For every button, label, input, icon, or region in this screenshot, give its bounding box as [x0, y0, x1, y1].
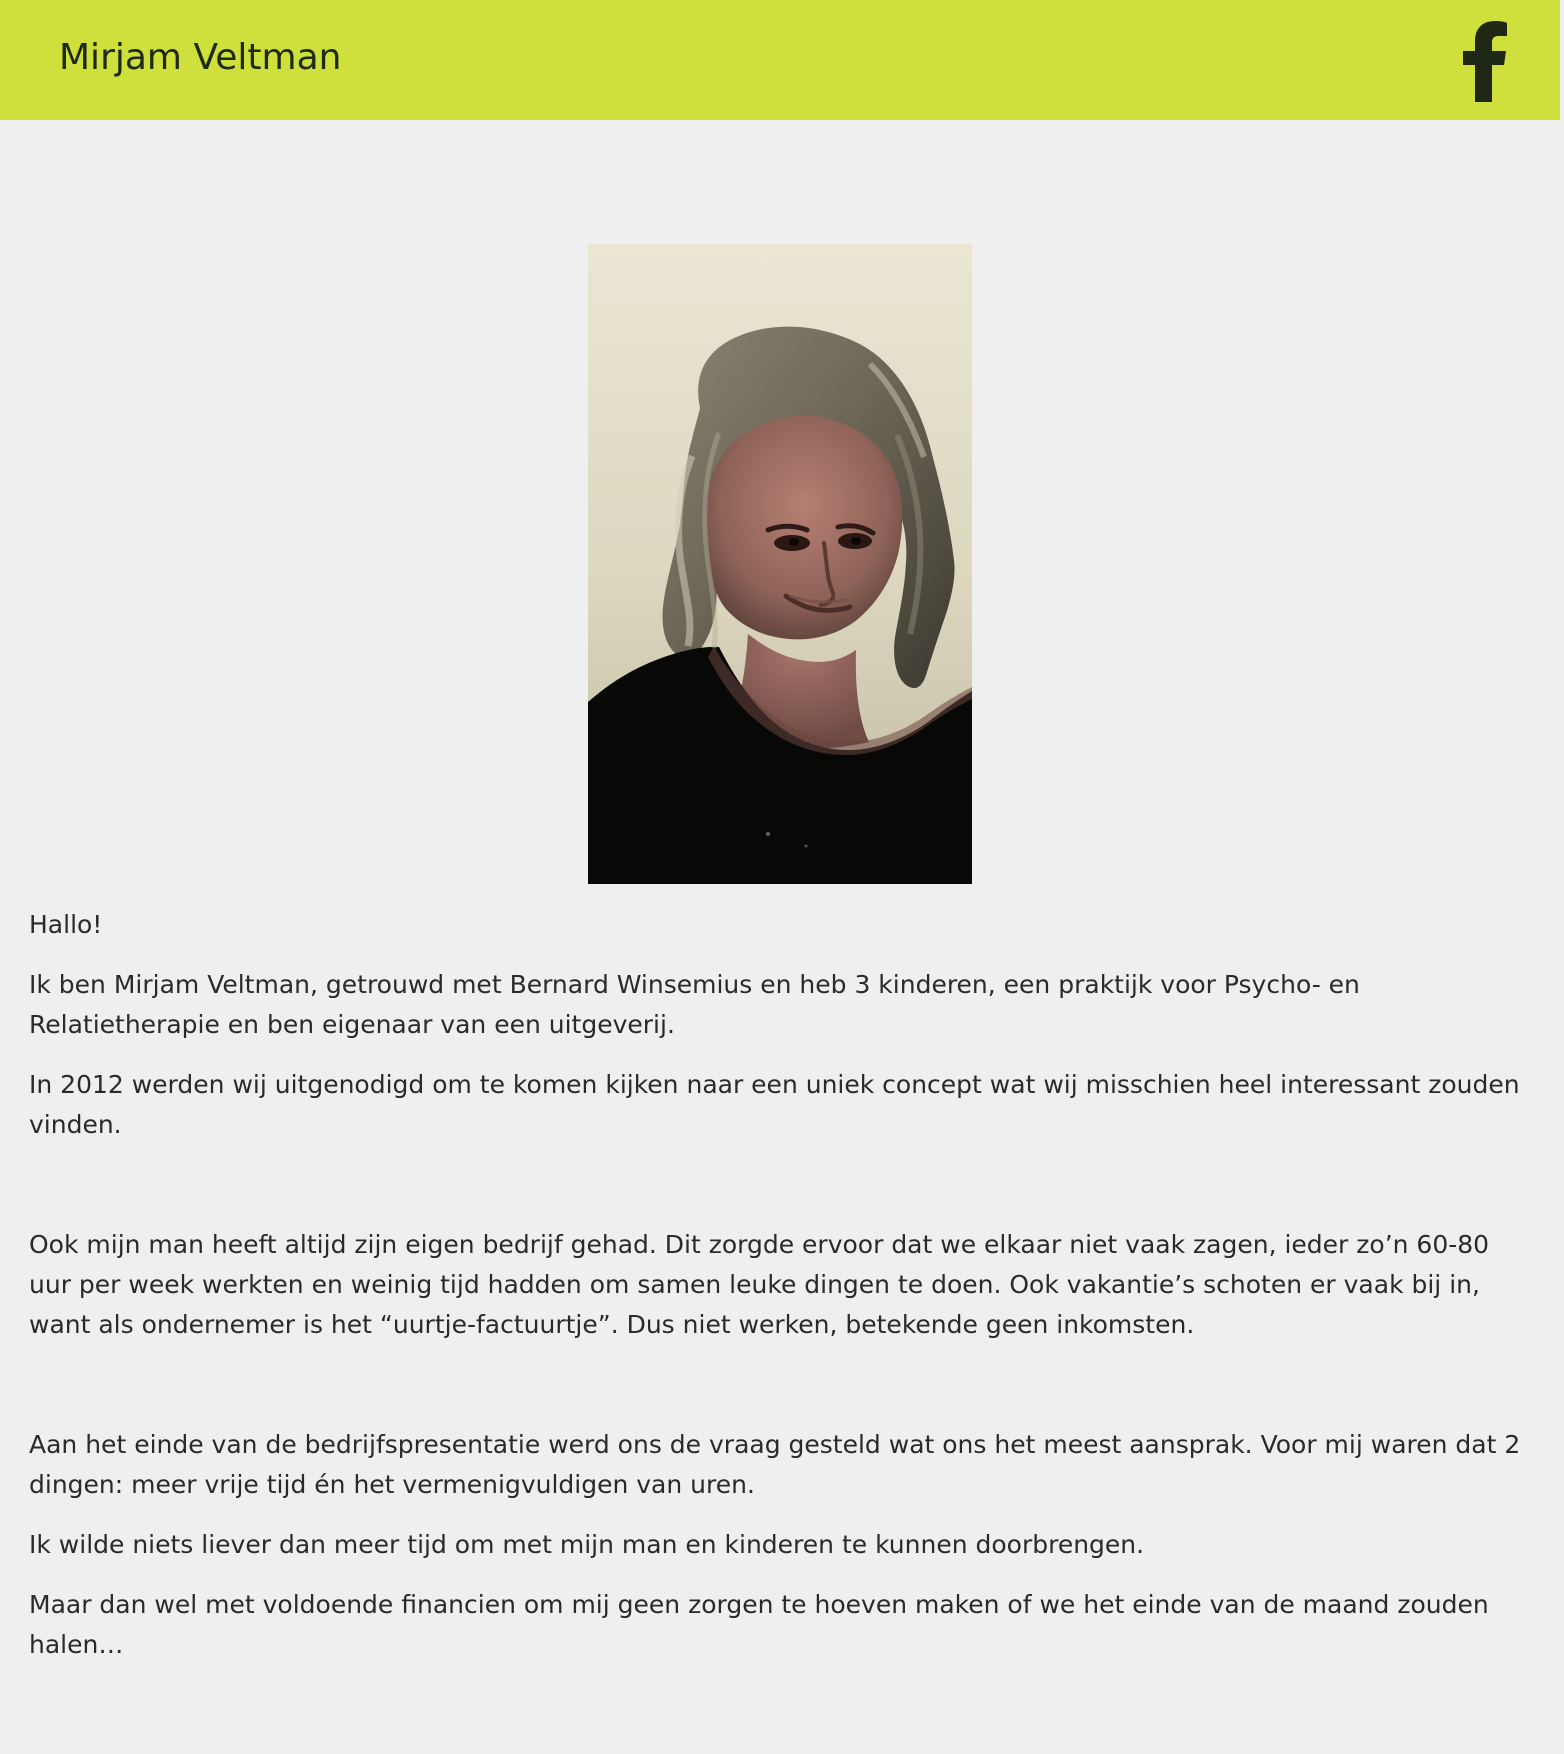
- site-title[interactable]: Mirjam Veltman: [59, 34, 341, 82]
- facebook-icon: [1455, 18, 1513, 102]
- site-header: Mirjam Veltman: [0, 0, 1560, 120]
- main-content: Hallo! Ik ben Mirjam Veltman, getrouwd m…: [29, 905, 1534, 1685]
- invitation-paragraph: In 2012 werden wij uitgenodigd om te kom…: [29, 1070, 1520, 1139]
- facebook-link[interactable]: [1455, 18, 1513, 102]
- intro-paragraph: Ik ben Mirjam Veltman, getrouwd met Bern…: [29, 970, 1360, 1039]
- presentation-paragraph: Aan het einde van de bedrijfspresentatie…: [29, 1430, 1521, 1499]
- finance-paragraph: Maar dan wel met voldoende financien om …: [29, 1590, 1489, 1659]
- business-paragraph: Ook mijn man heeft altijd zijn eigen bed…: [29, 1230, 1490, 1339]
- greeting: Hallo!: [29, 910, 103, 939]
- family-paragraph: Ik wilde niets liever dan meer tijd om m…: [29, 1530, 1145, 1559]
- portrait-photo: [588, 244, 972, 884]
